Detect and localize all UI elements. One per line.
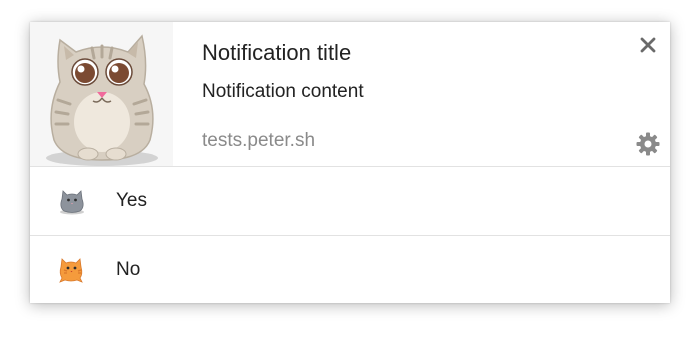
notification-title: Notification title (202, 40, 352, 65)
settings-button[interactable] (635, 131, 661, 157)
close-icon (640, 37, 656, 53)
cat-icon (46, 34, 158, 166)
action-label-yes: Yes (116, 190, 147, 211)
orange-cat-icon (56, 254, 88, 286)
action-label-no: No (116, 259, 141, 280)
action-button-yes[interactable]: Yes (30, 166, 670, 235)
notification-content: Notification content (202, 81, 364, 102)
action-button-no[interactable]: No (30, 235, 670, 303)
notification-origin: tests.peter.sh (202, 130, 316, 151)
notification-image (30, 22, 173, 166)
close-button[interactable] (637, 34, 659, 56)
notification-card[interactable]: Notification title Notification content … (30, 22, 670, 303)
notification-main[interactable]: Notification title Notification content … (30, 22, 670, 166)
gray-cat-icon (56, 185, 88, 217)
gear-icon (636, 132, 660, 156)
